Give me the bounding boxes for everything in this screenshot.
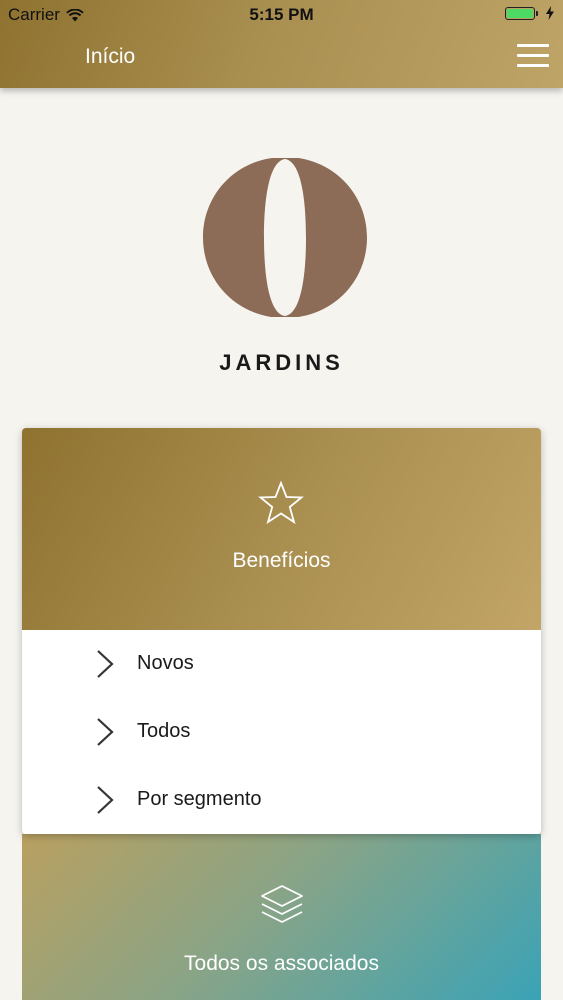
page-title: Início	[85, 45, 136, 68]
list-item-por-segmento[interactable]: Por segmento	[22, 766, 541, 834]
chevron-right-icon	[97, 786, 114, 814]
list-item-label: Por segmento	[137, 788, 262, 810]
layers-icon	[261, 885, 303, 923]
hamburger-menu-icon[interactable]	[517, 44, 549, 70]
brand-logo-icon	[203, 155, 367, 320]
list-item-label: Novos	[137, 652, 194, 674]
chevron-right-icon	[97, 718, 114, 746]
benefits-card: Benefícios Novos Todos Por segmento	[22, 428, 541, 834]
chevron-right-icon	[97, 650, 114, 678]
brand-name: JARDINS	[219, 350, 344, 375]
battery-fill	[507, 8, 533, 18]
associates-title: Todos os associados	[184, 952, 379, 975]
list-item-todos[interactable]: Todos	[22, 698, 541, 766]
list-item-novos[interactable]: Novos	[22, 630, 541, 698]
list-item-label: Todos	[137, 720, 191, 742]
status-bar: Carrier 5:15 PM	[0, 0, 563, 30]
benefits-list: Novos Todos Por segmento	[22, 630, 541, 834]
status-time: 5:15 PM	[249, 5, 314, 24]
benefits-header[interactable]: Benefícios	[22, 428, 541, 630]
top-header: Carrier 5:15 PM Início	[0, 0, 563, 88]
star-icon	[258, 480, 304, 525]
associates-card[interactable]: Todos os associados	[22, 834, 541, 1000]
battery-indicator	[505, 6, 555, 20]
benefits-title: Benefícios	[232, 549, 331, 572]
battery-icon	[505, 6, 538, 20]
charging-bolt-icon	[546, 6, 554, 20]
